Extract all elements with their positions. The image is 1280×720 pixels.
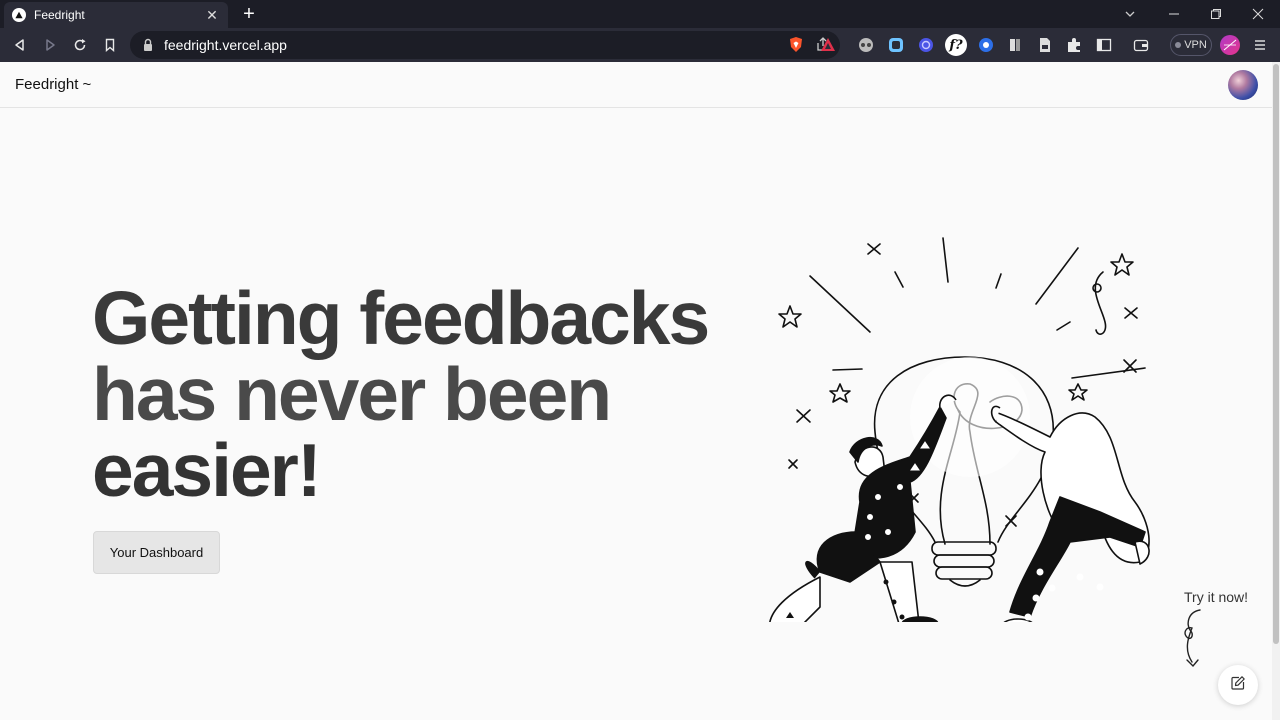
vpn-status-dot bbox=[1175, 42, 1182, 48]
forward-button[interactable] bbox=[39, 34, 61, 56]
web-page: Feedright ~ Getting feedbacks has never … bbox=[0, 62, 1272, 720]
try-it-now-label: Try it now! bbox=[1184, 589, 1249, 605]
document-extension-icon[interactable] bbox=[1035, 35, 1055, 55]
tab-title: Feedright bbox=[34, 8, 85, 22]
your-dashboard-button[interactable]: Your Dashboard bbox=[93, 531, 220, 574]
tab-close-icon[interactable]: ✕ bbox=[204, 7, 220, 23]
close-window-button[interactable] bbox=[1236, 0, 1280, 28]
back-button[interactable] bbox=[9, 34, 31, 56]
vpn-label: VPN bbox=[1184, 39, 1207, 51]
hero-heading-line-2: has never been bbox=[92, 352, 612, 436]
edit-icon bbox=[1230, 675, 1246, 696]
reload-button[interactable] bbox=[69, 34, 91, 56]
new-tab-button[interactable]: + bbox=[238, 3, 260, 25]
feedback-widget-button[interactable] bbox=[1218, 665, 1258, 705]
scrollbar-thumb[interactable] bbox=[1273, 64, 1279, 644]
hero-heading-line-3: easier! bbox=[92, 428, 322, 512]
sidebar-toggle-icon[interactable] bbox=[1094, 35, 1114, 55]
font-extension-icon[interactable]: f? bbox=[945, 34, 967, 56]
curly-arrow-icon bbox=[1184, 609, 1201, 668]
incognito-extension-icon[interactable] bbox=[856, 35, 876, 55]
lock-icon bbox=[142, 38, 156, 52]
minimize-button[interactable] bbox=[1152, 0, 1196, 28]
hero-heading: Getting feedbacks has never been easier! bbox=[92, 280, 752, 508]
vercel-favicon-icon bbox=[12, 8, 26, 22]
page-scrollbar[interactable] bbox=[1272, 62, 1280, 720]
brave-rewards-icon[interactable] bbox=[818, 35, 838, 55]
wallet-icon[interactable] bbox=[1131, 35, 1151, 55]
browser-tab[interactable]: Feedright ✕ bbox=[4, 2, 228, 28]
hero-heading-line-1: Getting feedbacks bbox=[92, 276, 710, 360]
site-header: Feedright ~ bbox=[0, 62, 1272, 108]
user-avatar[interactable] bbox=[1228, 70, 1258, 100]
restore-button[interactable] bbox=[1194, 0, 1238, 28]
brand-logo-text[interactable]: Feedright ~ bbox=[15, 76, 91, 93]
browser-toolbar: feedright.vercel.app f? VPN bbox=[0, 28, 1280, 62]
color-picker-extension-icon[interactable] bbox=[886, 35, 906, 55]
lightbulb-illustration bbox=[769, 237, 1150, 622]
address-bar[interactable]: feedright.vercel.app bbox=[130, 31, 840, 59]
profile-avatar-icon[interactable] bbox=[1220, 35, 1240, 55]
brave-shield-icon[interactable] bbox=[786, 35, 806, 55]
url-text: feedright.vercel.app bbox=[164, 37, 287, 53]
blue-dot-extension-icon[interactable] bbox=[976, 35, 996, 55]
browser-menu-icon[interactable] bbox=[1250, 35, 1270, 55]
tab-search-chevron-icon[interactable] bbox=[1108, 0, 1152, 28]
circle-extension-icon[interactable] bbox=[916, 35, 936, 55]
vpn-button[interactable]: VPN bbox=[1170, 34, 1212, 56]
extensions-puzzle-icon[interactable] bbox=[1064, 35, 1084, 55]
bookmark-icon[interactable] bbox=[99, 34, 121, 56]
reader-extension-icon[interactable] bbox=[1005, 35, 1025, 55]
browser-tab-bar: Feedright ✕ + bbox=[0, 0, 1280, 28]
